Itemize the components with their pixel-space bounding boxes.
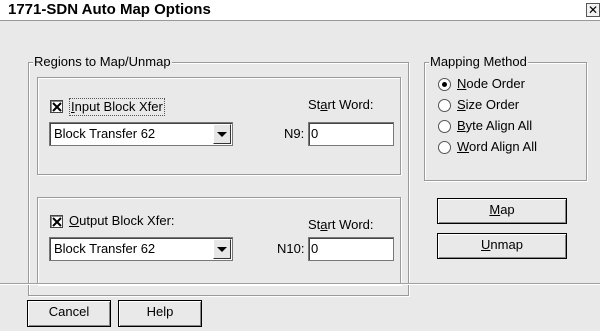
help-button[interactable]: Help [118,300,202,327]
title-bar: 1771-SDN Auto Map Options ✕ [0,0,600,20]
unmap-button[interactable]: Unmap [437,233,567,259]
check-icon [52,102,62,112]
map-button[interactable]: Map [437,198,567,224]
output-file-prefix: N10: [277,241,305,256]
input-block-label[interactable]: Input Block Xfer [69,98,165,116]
chevron-down-icon[interactable] [213,239,231,259]
mapping-legend: Mapping Method [429,54,528,70]
radio-size-order[interactable] [438,99,451,112]
close-icon[interactable]: ✕ [586,3,600,17]
mapping-method-group: Mapping Method Node Order Size Order Byt… [424,54,587,181]
radio-size-order-label[interactable]: Size Order [457,97,519,113]
output-start-word-label: Start Word: [308,217,374,232]
dialog-body: Regions to Map/Unmap Input Block Xfer St… [0,20,600,331]
radio-byte-align[interactable] [438,120,451,133]
output-block-group: Output Block Xfer: Start Word: Block Tra… [37,197,401,285]
output-block-combo[interactable]: Block Transfer 62 [49,237,233,261]
radio-node-order[interactable] [438,78,451,91]
cancel-button[interactable]: Cancel [27,300,111,327]
radio-word-align[interactable] [438,141,451,154]
radio-selected-dot [442,82,447,87]
output-start-word-value: 0 [311,241,319,256]
input-start-word-label: Start Word: [308,97,374,112]
check-icon [52,217,62,227]
output-block-checkbox[interactable] [50,215,63,228]
input-block-checkbox[interactable] [50,100,63,113]
regions-group: Regions to Map/Unmap Input Block Xfer St… [28,54,409,296]
window-title: 1771-SDN Auto Map Options [8,1,211,18]
radio-node-order-label[interactable]: Node Order [457,76,525,92]
input-file-prefix: N9: [284,126,305,141]
radio-word-align-label[interactable]: Word Align All [457,139,537,155]
output-combo-value: Block Transfer 62 [54,241,156,256]
regions-legend: Regions to Map/Unmap [33,54,172,70]
input-start-word-field[interactable]: 0 [308,122,394,146]
bottom-divider [0,283,600,285]
input-combo-value: Block Transfer 62 [54,126,156,141]
chevron-down-icon[interactable] [213,124,231,144]
input-block-combo[interactable]: Block Transfer 62 [49,122,233,146]
output-start-word-field[interactable]: 0 [308,237,394,261]
output-block-label[interactable]: Output Block Xfer: [69,213,175,229]
input-block-group: Input Block Xfer Start Word: Block Trans… [37,77,401,175]
input-start-word-value: 0 [311,126,319,141]
radio-byte-align-label[interactable]: Byte Align All [457,118,532,134]
